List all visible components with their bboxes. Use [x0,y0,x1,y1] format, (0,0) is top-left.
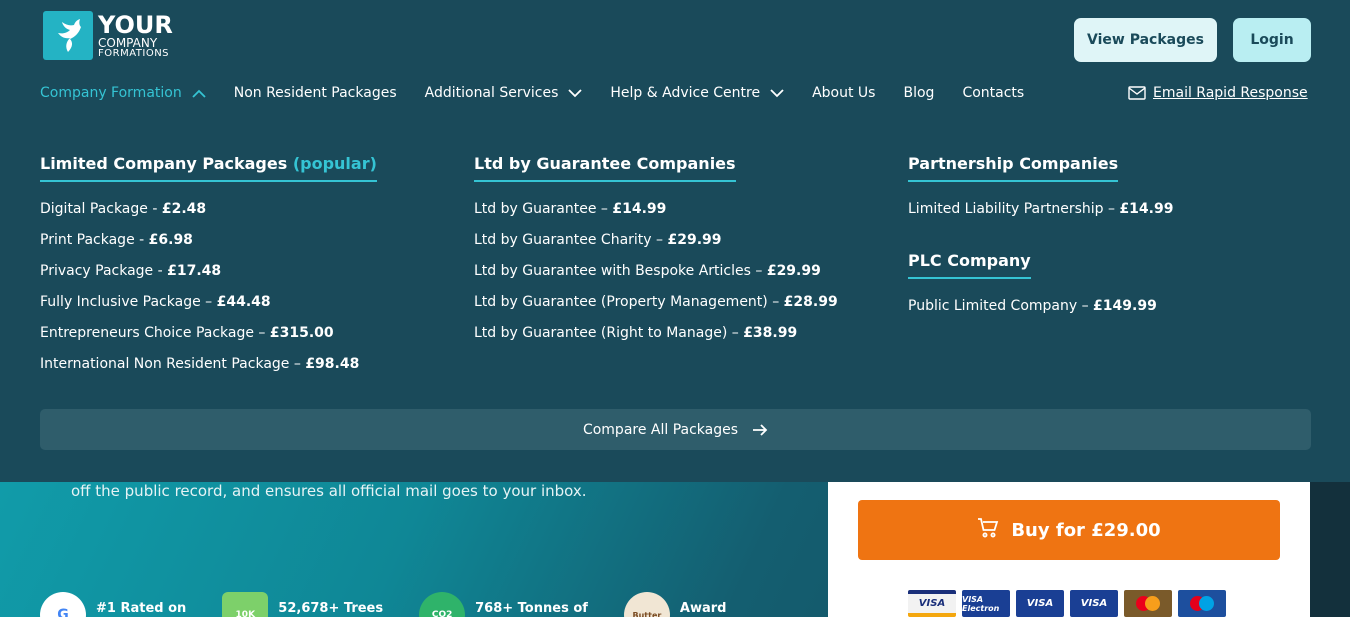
trust-item-trees: 10K 52,678+ Trees [222,592,383,617]
menu-item-fully-inclusive[interactable]: Fully Inclusive Package – £44.48 [40,294,377,325]
menu-item-privacy-package[interactable]: Privacy Package - £17.48 [40,263,377,294]
package-list: Ltd by Guarantee – £14.99 Ltd by Guarant… [474,201,838,356]
chevron-up-icon [192,89,206,98]
carbon-badge-icon: CO2 [419,592,466,617]
menu-item-ltd-guarantee-charity[interactable]: Ltd by Guarantee Charity – £29.99 [474,232,838,263]
compare-all-packages-button[interactable]: Compare All Packages [40,409,1311,450]
visa-electron-card-icon: VISA Electron [962,590,1010,617]
email-rapid-response-link[interactable]: Email Rapid Response [1128,85,1308,101]
award-badge-icon: Butter [623,592,670,617]
trust-text: 768+ Tonnes of [475,600,588,616]
column-heading: Ltd by Guarantee Companies [474,154,736,182]
hero-subtitle: off the public record, and ensures all o… [71,482,587,500]
menu-item-digital-package[interactable]: Digital Package - £2.48 [40,201,377,232]
nav-item-contacts[interactable]: Contacts [962,85,1024,101]
package-list: Public Limited Company – £149.99 [908,298,1173,329]
nav-item-additional-services[interactable]: Additional Services [425,85,583,101]
column-heading: Limited Company Packages (popular) [40,154,377,182]
buy-button[interactable]: Buy for £29.00 [858,500,1280,560]
phoenix-logo-icon [43,11,93,60]
menu-item-international-non-resident[interactable]: International Non Resident Package – £98… [40,356,377,387]
main-nav: Company Formation Non Resident Packages … [40,85,1052,101]
nav-item-blog[interactable]: Blog [903,85,934,101]
popular-tag: (popular) [292,154,377,173]
tree-badge-icon: 10K [222,592,269,617]
column-heading-plc: PLC Company [908,251,1031,279]
trust-text: Award [679,600,727,616]
trust-item-google: G #1 Rated on [40,592,186,617]
logo-wordmark: YOUR COMPANY FORMATIONS [98,10,173,59]
buy-card: Buy for £29.00 VISA VISA Electron VISA V… [828,482,1310,617]
menu-item-ltd-guarantee-bespoke[interactable]: Ltd by Guarantee with Bespoke Articles –… [474,263,838,294]
chevron-down-icon [568,88,583,98]
payment-methods: VISA VISA Electron VISA VISA [908,590,1232,617]
menu-column-partnership: Partnership Companies Limited Liability … [908,154,1173,329]
trust-text: #1 Rated on [96,600,187,616]
trust-item-carbon: CO2 768+ Tonnes of [419,592,588,617]
nav-item-about[interactable]: About Us [812,85,875,101]
nav-item-company-formation[interactable]: Company Formation [40,85,206,101]
arrow-right-icon [752,423,768,437]
buy-button-label: Buy for £29.00 [1011,519,1161,541]
trust-badges: G #1 Rated on 10K 52,678+ Trees CO2 768+… [40,592,762,617]
package-list: Limited Liability Partnership – £14.99 [908,201,1173,232]
menu-column-limited: Limited Company Packages (popular) Digit… [40,154,377,387]
visa-card-icon: VISA [908,590,956,617]
view-packages-button[interactable]: View Packages [1074,18,1217,62]
visa-debit-card-icon: VISA [1016,590,1064,617]
trust-item-award: Butter Award [623,592,727,617]
visa-card-icon: VISA [1070,590,1118,617]
package-list: Digital Package - £2.48 Print Package - … [40,201,377,387]
nav-item-non-resident[interactable]: Non Resident Packages [234,85,397,101]
chevron-down-icon [770,88,784,98]
cart-icon [977,517,999,543]
login-button[interactable]: Login [1233,18,1311,62]
column-heading: Partnership Companies [908,154,1119,182]
menu-item-print-package[interactable]: Print Package - £6.98 [40,232,377,263]
nav-item-help-advice[interactable]: Help & Advice Centre [610,85,784,101]
menu-item-ltd-guarantee[interactable]: Ltd by Guarantee – £14.99 [474,201,838,232]
menu-item-llp[interactable]: Limited Liability Partnership – £14.99 [908,201,1173,232]
hero-side-strip [1310,482,1350,617]
trust-text: 52,678+ Trees [278,600,384,616]
menu-item-plc[interactable]: Public Limited Company – £149.99 [908,298,1173,329]
company-logo[interactable]: YOUR COMPANY FORMATIONS [43,11,173,60]
mastercard-icon [1124,590,1172,617]
envelope-icon [1128,86,1146,100]
menu-item-ltd-guarantee-property[interactable]: Ltd by Guarantee (Property Management) –… [474,294,838,325]
mega-menu-panel: YOUR COMPANY FORMATIONS View Packages Lo… [0,0,1350,482]
menu-column-guarantee: Ltd by Guarantee Companies Ltd by Guaran… [474,154,838,356]
maestro-icon [1178,590,1226,617]
google-icon: G [40,592,86,617]
menu-item-entrepreneurs-choice[interactable]: Entrepreneurs Choice Package – £315.00 [40,325,377,356]
menu-item-ltd-guarantee-rtm[interactable]: Ltd by Guarantee (Right to Manage) – £38… [474,325,838,356]
